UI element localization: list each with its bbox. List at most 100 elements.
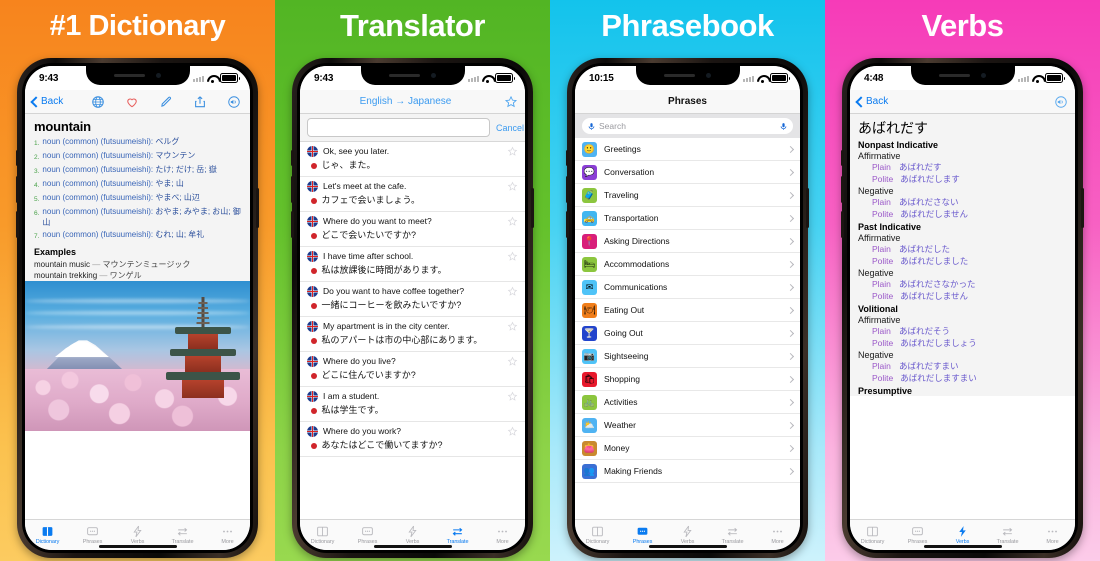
tab-phrases[interactable]: Phrases [895,525,940,545]
tab-phrases[interactable]: Phrases [620,525,665,545]
list-item[interactable]: 👛 Money [575,437,800,460]
list-item[interactable]: 🛏 Accommodations [575,253,800,276]
phone-bezel: 9:43 Back mountain 1. noun (common) (fut… [22,63,253,553]
tab-phrases[interactable]: Phrases [70,525,115,545]
tab-dictionary[interactable]: Dictionary [25,525,70,545]
panel-headline: #1 Dictionary [49,10,226,42]
home-indicator[interactable] [373,545,452,548]
tab-more[interactable]: More [205,525,250,545]
list-item[interactable]: ⛅ Weather [575,414,800,437]
favorite-star-icon[interactable] [507,391,518,402]
tab-verbs[interactable]: Verbs [390,525,435,545]
favorite-star-icon[interactable] [507,426,518,437]
verb-conjugation-content[interactable]: あばれだす Nonpast Indicative Affirmative Pla… [850,114,1075,519]
speech-bubble-icon [362,527,373,536]
phone-mockup: 9:43 Back mountain 1. noun (common) (fut… [16,58,259,558]
signal-icon [743,75,754,82]
form-value: あばれだそう [899,326,951,336]
translation-row[interactable]: I am a student. 私は学生です。 [300,387,525,422]
translation-target: カフェで会いましょう。 [321,195,420,205]
translation-list[interactable]: Ok, see you later. じゃ、また。 Let's meet at … [300,142,525,519]
favorite-star-icon[interactable] [507,251,518,262]
list-item[interactable]: 🚲 Activities [575,391,800,414]
search-input[interactable]: Search [582,118,793,134]
translation-row[interactable]: Where do you want to meet? どこで会いたいですか? [300,212,525,247]
speaker-icon[interactable] [1054,95,1068,109]
translation-row[interactable]: I have time after school. 私は放課後に時間があります。 [300,247,525,282]
home-indicator[interactable] [98,545,177,548]
tab-more[interactable]: More [480,525,525,545]
example-dash: — [99,271,110,280]
tab-more[interactable]: More [755,525,800,545]
list-item[interactable]: 📍 Asking Directions [575,230,800,253]
front-camera-icon [981,73,986,78]
phrase-category-list[interactable]: 🙂 Greetings 💬 Conversation 🧳 Traveling 🚕 Tra… [575,138,800,519]
speech-bubble-icon [637,527,648,535]
form-label: Plain [872,279,891,289]
tab-translate[interactable]: Translate [985,525,1030,545]
tab-translate[interactable]: Translate [710,525,755,545]
tab-translate[interactable]: Translate [160,525,205,545]
star-icon[interactable] [504,95,518,109]
language-pair-title[interactable]: English → Japanese [307,96,504,107]
form-value: あばれだしました [900,256,969,266]
speaker-icon[interactable] [227,95,241,109]
panel-phrasebook: Phrasebook 10:15 Phrases Search 🙂 Greeti… [550,0,825,561]
signal-icon [1018,75,1029,82]
volume-down-button [16,211,19,238]
tab-phrases[interactable]: Phrases [345,525,390,545]
list-item[interactable]: 🍸 Going Out [575,322,800,345]
translation-row[interactable]: Let's meet at the cafe. カフェで会いましょう。 [300,177,525,212]
globe-icon[interactable] [91,95,105,109]
list-item[interactable]: 🧳 Traveling [575,184,800,207]
share-icon[interactable] [193,95,207,109]
translation-row[interactable]: Where do you live? どこに住んでいますか? [300,352,525,387]
tab-verbs[interactable]: Verbs [115,525,160,545]
form-row: Polite あばれだしましょう [858,337,1067,349]
favorite-star-icon[interactable] [507,286,518,297]
list-item[interactable]: 🙂 Greetings [575,138,800,161]
list-item[interactable]: 🚕 Transportation [575,207,800,230]
translation-row[interactable]: Where do you work? あなたはどこで働いてますか? [300,422,525,457]
uk-flag-icon [307,145,318,157]
favorite-star-icon[interactable] [507,181,518,192]
back-button[interactable]: Back [30,95,63,108]
home-indicator[interactable] [648,545,727,548]
form-value: あばれだしましょう [900,338,977,348]
pencil-icon[interactable] [159,95,173,109]
tab-more[interactable]: More [1030,525,1075,545]
phone-mockup: 10:15 Phrases Search 🙂 Greetings 💬 Conve… [566,58,809,558]
list-item[interactable]: ✉ Communications [575,276,800,299]
status-bar: 9:43 [300,66,525,90]
translation-row[interactable]: Do you want to have coffee together? 一緒に… [300,282,525,317]
tab-verbs[interactable]: Verbs [665,525,710,545]
list-item[interactable]: 🛍 Shopping [575,368,800,391]
dictionary-content[interactable]: mountain 1. noun (common) (futsuumeishi)… [25,114,250,519]
favorite-star-icon[interactable] [507,216,518,227]
home-indicator[interactable] [923,545,1002,548]
list-item[interactable]: 💬 Conversation [575,161,800,184]
favorite-star-icon[interactable] [507,146,518,157]
list-item[interactable]: 🍽 Eating Out [575,299,800,322]
tab-translate[interactable]: Translate [435,525,480,545]
cancel-button[interactable]: Cancel [496,123,524,133]
earpiece-speaker [389,74,420,77]
category-icon: 📍 [582,233,597,249]
translation-row[interactable]: My apartment is in the city center. 私のアパ… [300,317,525,352]
volume-down-button [291,211,294,238]
tab-dictionary[interactable]: Dictionary [575,525,620,545]
translation-row[interactable]: Ok, see you later. じゃ、また。 [300,142,525,177]
microphone-icon[interactable] [779,122,788,131]
translate-input[interactable] [307,118,490,137]
list-item[interactable]: 👥 Making Friends [575,460,800,483]
favorite-star-icon[interactable] [507,356,518,367]
back-button[interactable]: Back [855,95,888,108]
tab-dictionary[interactable]: Dictionary [300,525,345,545]
verb-table: あばれだす Nonpast Indicative Affirmative Pla… [850,114,1075,396]
polarity-label: Affirmative [858,151,901,161]
list-item[interactable]: 📷 Sightseeing [575,345,800,368]
favorite-star-icon[interactable] [507,321,518,332]
heart-icon[interactable] [125,95,139,109]
tab-dictionary[interactable]: Dictionary [850,525,895,545]
tab-verbs[interactable]: Verbs [940,525,985,545]
